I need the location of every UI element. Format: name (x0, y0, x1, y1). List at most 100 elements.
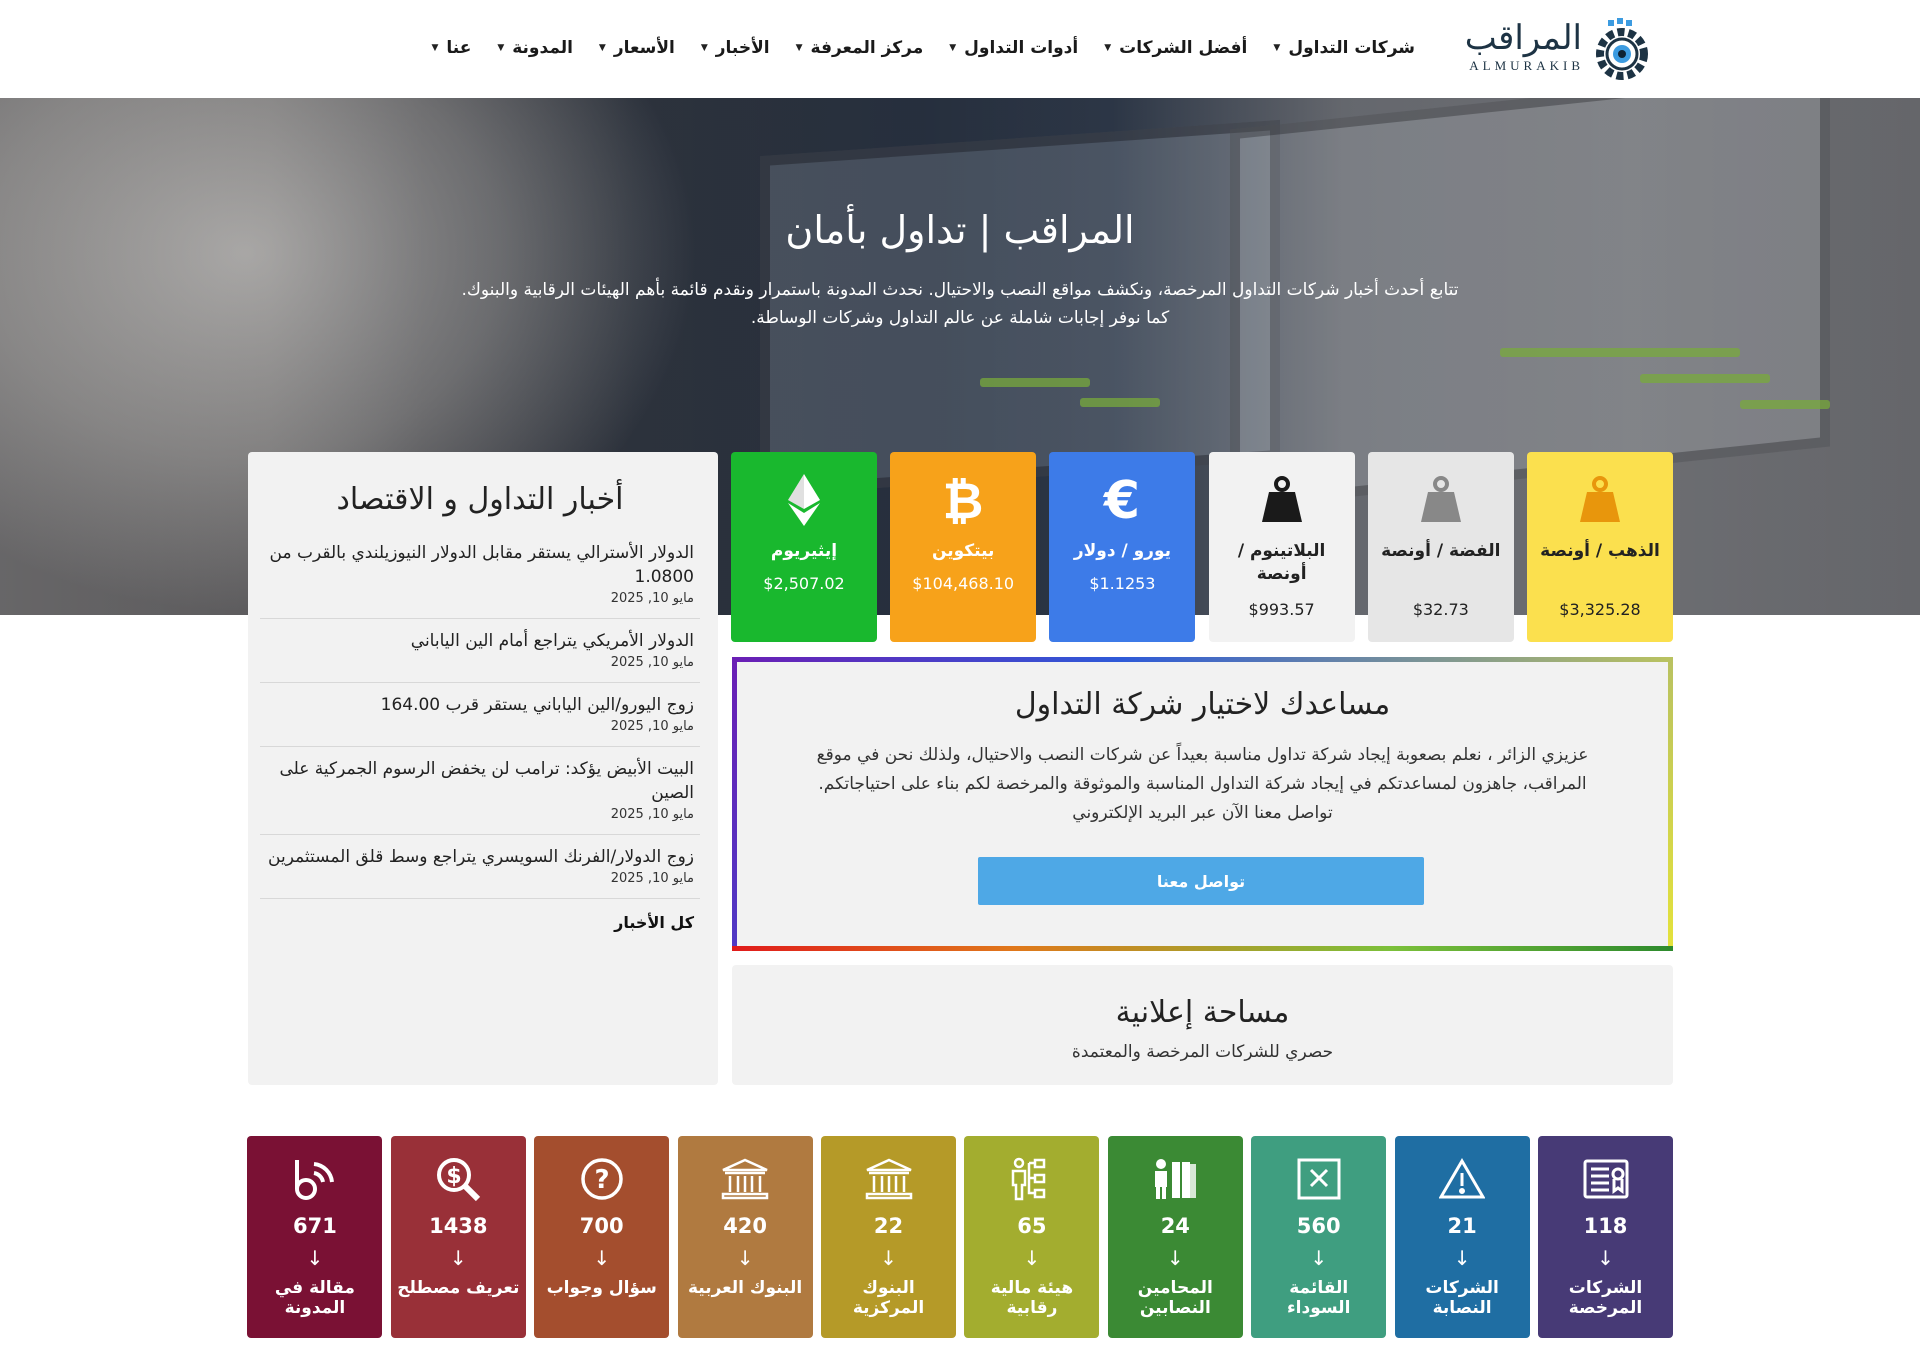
stat-count: 560 (1296, 1214, 1341, 1238)
helper-text-line: عزيزي الزائر ، نعلم بصعوبة إيجاد شركة تد… (816, 745, 1589, 765)
nav-label: أدوات التداول (964, 38, 1079, 58)
blacklist-icon (1251, 1154, 1386, 1204)
price-card-value: $993.57 (1248, 600, 1315, 619)
nav-news[interactable]: الأخبار ▼ (701, 38, 770, 58)
price-card[interactable]: ₿ بيتكوين $104,468.10 (890, 452, 1037, 642)
nav-best-companies[interactable]: أفضل الشركات ▼ (1104, 38, 1247, 58)
warning-icon (1395, 1154, 1530, 1204)
stat-tile[interactable]: $1438 ↓ تعريف مصطلح (390, 1136, 526, 1338)
euro-icon: € (1049, 470, 1195, 530)
stat-tile[interactable]: 420 ↓ البنوك العربية (677, 1136, 813, 1338)
nav-about[interactable]: عنا ▼ (431, 38, 471, 58)
site-logo[interactable]: المراقب ALMURAKIB (1465, 18, 1658, 82)
caret-down-icon: ▼ (598, 43, 606, 53)
stat-tile[interactable]: 671 ↓ مقالة في المدونة (247, 1136, 383, 1338)
all-news-link[interactable]: كل الأخبار (260, 913, 700, 932)
stat-label: البنوك العربية (687, 1278, 803, 1298)
stat-label: المحامين النصابين (1137, 1278, 1213, 1318)
nav-label: المدونة (512, 38, 573, 58)
nav-label: شركات التداول (1288, 38, 1415, 58)
site-header: المراقب ALMURAKIB شركات التداول ▼ أفضل ال… (0, 0, 1920, 98)
helper-text-line: المراقب، جاهزون لمساعدتكم في إيجاد شركة … (818, 774, 1587, 794)
nav-blog[interactable]: المدونة ▼ (497, 38, 573, 58)
stat-tile[interactable]: 118 ↓ الشركات المرخصة (1538, 1136, 1673, 1338)
stat-tile[interactable]: 24 ↓ المحامين النصابين (1107, 1136, 1243, 1338)
price-card[interactable]: € يورو / دولار $1.1253 (1049, 452, 1196, 642)
bitcoin-icon: ₿ (890, 470, 1036, 530)
stat-tile[interactable]: ? 700 ↓ سؤال وجواب (534, 1136, 670, 1338)
news-item[interactable]: البيت الأبيض يؤكد: ترامب لن يخفض الرسوم … (260, 747, 700, 835)
stat-tile[interactable]: 21 ↓ الشركات النصابة (1394, 1136, 1530, 1338)
stat-label: سؤال وجواب (546, 1278, 657, 1298)
stat-label: مقالة في المدونة (274, 1278, 355, 1318)
stat-tile[interactable]: 22 ↓ البنوك المركزية (821, 1136, 956, 1338)
news-item-title[interactable]: الدولار الأسترالي يستقر مقابل الدولار ال… (266, 541, 694, 589)
arrow-down-icon: ↓ (1166, 1246, 1184, 1270)
gear-eye-icon (1596, 18, 1648, 80)
contact-us-button[interactable]: تواصل معنا (978, 857, 1424, 905)
license-icon (1538, 1154, 1673, 1204)
nav-trading-companies[interactable]: شركات التداول ▼ (1273, 38, 1415, 58)
news-panel: أخبار التداول و الاقتصاد الدولار الأسترا… (248, 452, 718, 1085)
price-card-value: $3,325.28 (1559, 600, 1641, 619)
caret-down-icon: ▼ (795, 43, 803, 53)
price-card[interactable]: إيثيريوم $2,507.02 (731, 452, 877, 642)
price-card-name: يورو / دولار (1073, 541, 1171, 561)
nav-label: مركز المعرفة (810, 38, 924, 58)
news-item[interactable]: الدولار الأسترالي يستقر مقابل الدولار ال… (260, 531, 700, 619)
ad-space: مساحة إعلانية حصري للشركات المرخصة والمع… (732, 965, 1673, 1085)
arrow-down-icon: ↓ (1453, 1246, 1471, 1270)
nav-knowledge-center[interactable]: مركز المعرفة ▼ (796, 38, 924, 58)
news-item-title[interactable]: الدولار الأمريكي يتراجع أمام الين اليابا… (266, 629, 694, 653)
ethereum-icon (731, 470, 877, 530)
price-card-value: $104,468.10 (912, 574, 1015, 593)
news-item[interactable]: زوج الدولار/الفرنك السويسري يتراجع وسط ق… (260, 835, 700, 899)
arrow-down-icon: ↓ (1597, 1246, 1614, 1270)
stat-tile[interactable]: 65 ↓ هيئة مالية رقابية (964, 1136, 1100, 1338)
hero-bg-gantt-bar (1500, 348, 1740, 357)
news-item[interactable]: زوج اليورو/الين الياباني يستقر قرب 164.0… (260, 683, 700, 747)
price-card[interactable]: الذهب / أونصة $3,325.28 (1527, 452, 1673, 642)
stat-count: 65 (1017, 1214, 1047, 1238)
hero-bg-gantt-bar (980, 378, 1090, 387)
stat-tile[interactable]: 560 ↓ القائمة السوداء (1251, 1136, 1387, 1338)
arrow-down-icon: ↓ (880, 1246, 897, 1270)
stat-count: 118 (1583, 1214, 1628, 1238)
news-item-title[interactable]: البيت الأبيض يؤكد: ترامب لن يخفض الرسوم … (266, 757, 694, 805)
stat-count: 22 (873, 1214, 904, 1238)
news-item-date: مايو 10, 2025 (610, 719, 694, 734)
hero-desc-line: كما نوفر إجابات شاملة عن عالم التداول وش… (750, 308, 1170, 328)
helper-title: مساعدك لاختيار شركة التداول (1014, 687, 1391, 722)
stat-label: الشركات النصابة (1425, 1278, 1499, 1318)
hero-description: تتابع أحدث أخبار شركات التداول المرخصة، … (360, 276, 1560, 332)
price-card-value: $1.1253 (1089, 574, 1156, 593)
price-card[interactable]: البلاتينوم / أونصة $993.57 (1208, 452, 1355, 642)
arrow-down-icon: ↓ (306, 1246, 324, 1270)
nav-label: الأخبار (715, 38, 770, 58)
ad-title: مساحة إعلانية (1115, 995, 1290, 1030)
bank-icon (678, 1154, 813, 1204)
stat-label: تعريف مصطلح (397, 1278, 520, 1298)
price-card-value: $2,507.02 (763, 574, 845, 593)
caret-down-icon: ▼ (431, 43, 439, 53)
broker-helper-box: مساعدك لاختيار شركة التداول عزيزي الزائر… (732, 657, 1673, 951)
hero-title: المراقب | تداول بأمان (785, 208, 1135, 252)
hero-bg-gantt-bar (1740, 400, 1830, 409)
caret-down-icon: ▼ (700, 43, 708, 53)
stats-tiles: 118 ↓ الشركات المرخصة 21 ↓ الشركات النصابة 560… (247, 1136, 1673, 1338)
caret-down-icon: ▼ (1104, 43, 1112, 53)
news-item-date: مايو 10, 2025 (610, 807, 694, 822)
nav-prices[interactable]: الأسعار ▼ (599, 38, 675, 58)
news-item-title[interactable]: زوج الدولار/الفرنك السويسري يتراجع وسط ق… (266, 845, 694, 869)
price-cards: الذهب / أونصة $3,325.28 الفضة / أونصة $32.7… (731, 452, 1673, 642)
price-card-name: الذهب / أونصة (1540, 541, 1660, 561)
price-card[interactable]: الفضة / أونصة $32.73 (1367, 452, 1514, 642)
price-card-name: الفضة / أونصة (1381, 541, 1501, 561)
stat-label: الشركات المرخصة (1568, 1278, 1643, 1318)
news-item[interactable]: الدولار الأمريكي يتراجع أمام الين اليابا… (260, 619, 700, 683)
nav-label: أفضل الشركات (1119, 38, 1248, 58)
nav-trading-tools[interactable]: أدوات التداول ▼ (949, 38, 1078, 58)
caret-down-icon: ▼ (949, 43, 957, 53)
news-item-date: مايو 10, 2025 (610, 871, 694, 886)
news-item-title[interactable]: زوج اليورو/الين الياباني يستقر قرب 164.0… (266, 693, 694, 717)
